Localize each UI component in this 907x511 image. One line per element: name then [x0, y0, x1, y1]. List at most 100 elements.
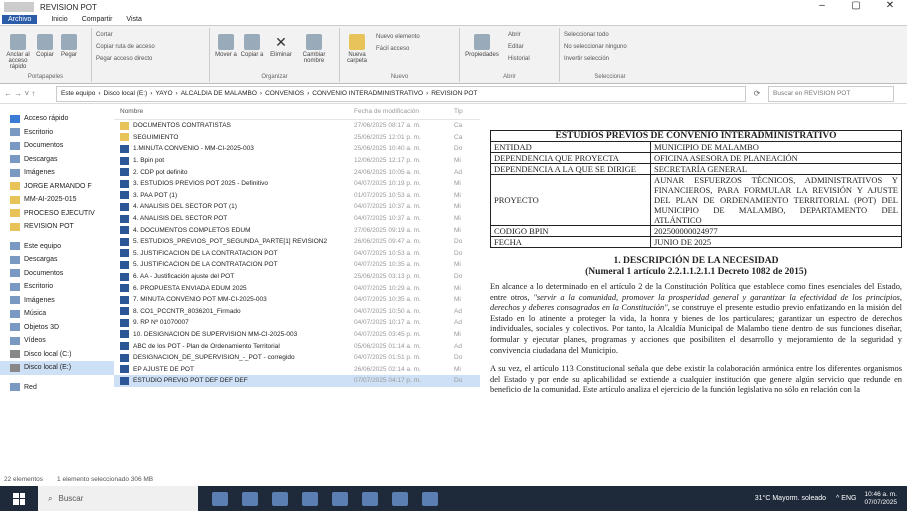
minimize-button[interactable]: –: [805, 0, 839, 11]
select-group-label: Seleccionar: [594, 74, 626, 80]
delete-button[interactable]: ✕ Eliminar: [266, 34, 296, 58]
nav-item[interactable]: Imágenes: [0, 166, 114, 180]
new-folder-button[interactable]: Nueva carpeta: [344, 34, 370, 64]
tab-home[interactable]: Inicio: [51, 16, 67, 23]
file-row[interactable]: EP AJUSTE DE POT 26/06/2025 02:14 a. m. Mi: [114, 363, 480, 375]
file-row[interactable]: 6. PROPUESTA ENVIADA EDUM 2025 04/07/2025…: [114, 282, 480, 294]
word-icon[interactable]: [422, 491, 438, 506]
file-row[interactable]: 5. ESTUDIOS_PREVIOS_POT_SEGUNDA_PARTE[1]…: [114, 236, 480, 248]
file-row[interactable]: 3. ESTUDIOS PREVIOS POT 2025 - Definitiv…: [114, 178, 480, 190]
nav-item[interactable]: MM-AI-2025-015: [0, 193, 114, 207]
close-button[interactable]: ✕: [873, 0, 907, 11]
tab-view[interactable]: Vista: [126, 16, 141, 23]
history-button[interactable]: Historial: [508, 56, 530, 62]
nav-item[interactable]: Disco local (C:): [0, 348, 114, 362]
crumb[interactable]: ALCALDIA DE MALAMBO: [181, 90, 257, 97]
nav-item[interactable]: PROCESO EJECUTIV: [0, 207, 114, 221]
store-icon[interactable]: [272, 491, 288, 506]
file-row[interactable]: 2. CDP pot definito 24/06/2025 10:05 a. m…: [114, 166, 480, 178]
nav-item[interactable]: Acceso rápido: [0, 112, 114, 126]
nav-item[interactable]: Disco local (E:): [0, 361, 114, 375]
file-row[interactable]: 9. RP Nº 01070007 04/07/2025 10:17 a. m. A…: [114, 317, 480, 329]
file-row[interactable]: 10. DESIGNACION DE SUPERVISION MM-CI-202…: [114, 329, 480, 341]
breadcrumb[interactable]: Este equipo › Disco local (E:) › YAYO › ALC…: [56, 85, 746, 102]
edge-icon[interactable]: [242, 491, 258, 506]
crumb[interactable]: CONVENIOS: [265, 90, 304, 97]
column-date[interactable]: Fecha de modificación: [354, 108, 454, 115]
select-none-button[interactable]: No seleccionar ninguno: [564, 44, 627, 50]
file-row[interactable]: 6. AA - Justificación ajuste del POT 25/0…: [114, 271, 480, 283]
weather-widget[interactable]: 31°C Mayorm. soleado: [755, 495, 826, 502]
start-button[interactable]: [0, 486, 38, 511]
crumb[interactable]: YAYO: [155, 90, 172, 97]
system-tray[interactable]: ^ ENG: [836, 495, 856, 502]
copy-path-button[interactable]: Copiar ruta de acceso: [96, 44, 155, 50]
file-row[interactable]: 3. PAA POT (1) 01/07/2025 10:53 a. m. Mi: [114, 190, 480, 202]
edit-button[interactable]: Editar: [508, 44, 524, 50]
nav-item[interactable]: Escritorio: [0, 126, 114, 140]
file-row[interactable]: 7. MINUTA CONVENIO POT MM-CI-2025-003 04/…: [114, 294, 480, 306]
rename-button[interactable]: Cambiar nombre: [298, 34, 330, 64]
nav-item[interactable]: REVISION POT: [0, 220, 114, 234]
paste-button[interactable]: Pegar: [58, 34, 80, 58]
cut-button[interactable]: Cortar: [96, 32, 113, 38]
tab-share[interactable]: Compartir: [82, 16, 113, 23]
file-row[interactable]: 4. ANALISIS DEL SECTOR POT 04/07/2025 10:…: [114, 213, 480, 225]
copy-button[interactable]: Copiar: [34, 34, 56, 58]
paste-icon: [61, 34, 77, 50]
search-input[interactable]: Buscar en REVISION POT: [768, 85, 894, 102]
nav-item[interactable]: Documentos: [0, 267, 114, 281]
excel-icon[interactable]: [392, 491, 408, 506]
crumb[interactable]: Disco local (E:): [104, 90, 148, 97]
taskbar-search[interactable]: ⌕ Buscar: [38, 486, 198, 511]
quick-access-toolbar[interactable]: [4, 2, 34, 12]
maximize-button[interactable]: ▢: [839, 0, 873, 11]
copy-to-button[interactable]: Copiar a: [240, 34, 264, 58]
new-item-button[interactable]: Nuevo elemento: [376, 34, 420, 40]
file-row[interactable]: 5. JUSTIFICACION DE LA CONTRATACION POT 0…: [114, 248, 480, 260]
nav-item[interactable]: Documentos: [0, 139, 114, 153]
nav-item[interactable]: JORGE ARMANDO F: [0, 180, 114, 194]
chrome-icon[interactable]: [362, 491, 378, 506]
paste-shortcut-button[interactable]: Pegar acceso directo: [96, 56, 152, 62]
file-row[interactable]: ESTUDIO PREVIO POT DEF DEF DEF 07/07/2025…: [114, 375, 480, 387]
nav-item[interactable]: Escritorio: [0, 280, 114, 294]
open-button[interactable]: Abrir: [508, 32, 521, 38]
nav-item[interactable]: Descargas: [0, 253, 114, 267]
nav-item[interactable]: Este equipo: [0, 240, 114, 254]
select-all-button[interactable]: Seleccionar todo: [564, 32, 609, 38]
tab-file[interactable]: Archivo: [2, 15, 38, 24]
refresh-icon[interactable]: ⟳: [746, 89, 768, 98]
file-row[interactable]: DESIGNACION_DE_SUPERVISION_-_POT - corre…: [114, 352, 480, 364]
task-view-icon[interactable]: [212, 491, 228, 506]
crumb[interactable]: CONVENIO INTERADMINISTRATIVO: [312, 90, 423, 97]
move-to-button[interactable]: Mover a: [214, 34, 238, 58]
file-row[interactable]: 1.MINUTA CONVENIO - MM-CI-2025-003 25/06/…: [114, 143, 480, 155]
nav-item[interactable]: Descargas: [0, 153, 114, 167]
crumb[interactable]: REVISION POT: [431, 90, 477, 97]
crumb[interactable]: Este equipo: [61, 90, 95, 97]
app-icon[interactable]: [332, 491, 348, 506]
nav-item[interactable]: Imágenes: [0, 294, 114, 308]
file-row[interactable]: ABC de los POT - Plan de Ordenamiento Te…: [114, 340, 480, 352]
properties-button[interactable]: Propiedades: [464, 34, 500, 58]
file-row[interactable]: DOCUMENTOS CONTRATISTAS 27/06/2025 08:17 …: [114, 120, 480, 132]
nav-item[interactable]: Red: [0, 381, 114, 395]
nav-item[interactable]: Música: [0, 307, 114, 321]
clock[interactable]: 10:46 a. m. 07/07/2025: [864, 491, 897, 507]
nav-item[interactable]: Objetos 3D: [0, 321, 114, 335]
invert-selection-button[interactable]: Invertir selección: [564, 56, 609, 62]
pin-button[interactable]: Anclar al acceso rápido: [4, 34, 32, 70]
file-row[interactable]: 5. JUSTIFICACION DE LA CONTRATACION POT 0…: [114, 259, 480, 271]
file-explorer-icon[interactable]: [302, 491, 318, 506]
column-name[interactable]: Nombre: [114, 108, 354, 115]
nav-item[interactable]: Vídeos: [0, 334, 114, 348]
file-row[interactable]: 1. Bpin pot 12/06/2025 12:17 p. m. Mi: [114, 155, 480, 167]
file-row[interactable]: 8. CO1_PCCNTR_8036201_Firmado 04/07/2025 …: [114, 306, 480, 318]
file-row[interactable]: SEGUIMIENTO 25/06/2025 12:01 p. m. Ca: [114, 132, 480, 144]
nav-arrows[interactable]: ← → ˅ ↑: [0, 89, 56, 98]
file-row[interactable]: 4. DOCUMENTOS COMPLETOS EDUM 27/06/2025 0…: [114, 224, 480, 236]
easy-access-button[interactable]: Fácil acceso: [376, 46, 409, 52]
file-row[interactable]: 4. ANALISIS DEL SECTOR POT (1) 04/07/2025…: [114, 201, 480, 213]
column-type[interactable]: Tip: [454, 108, 474, 115]
